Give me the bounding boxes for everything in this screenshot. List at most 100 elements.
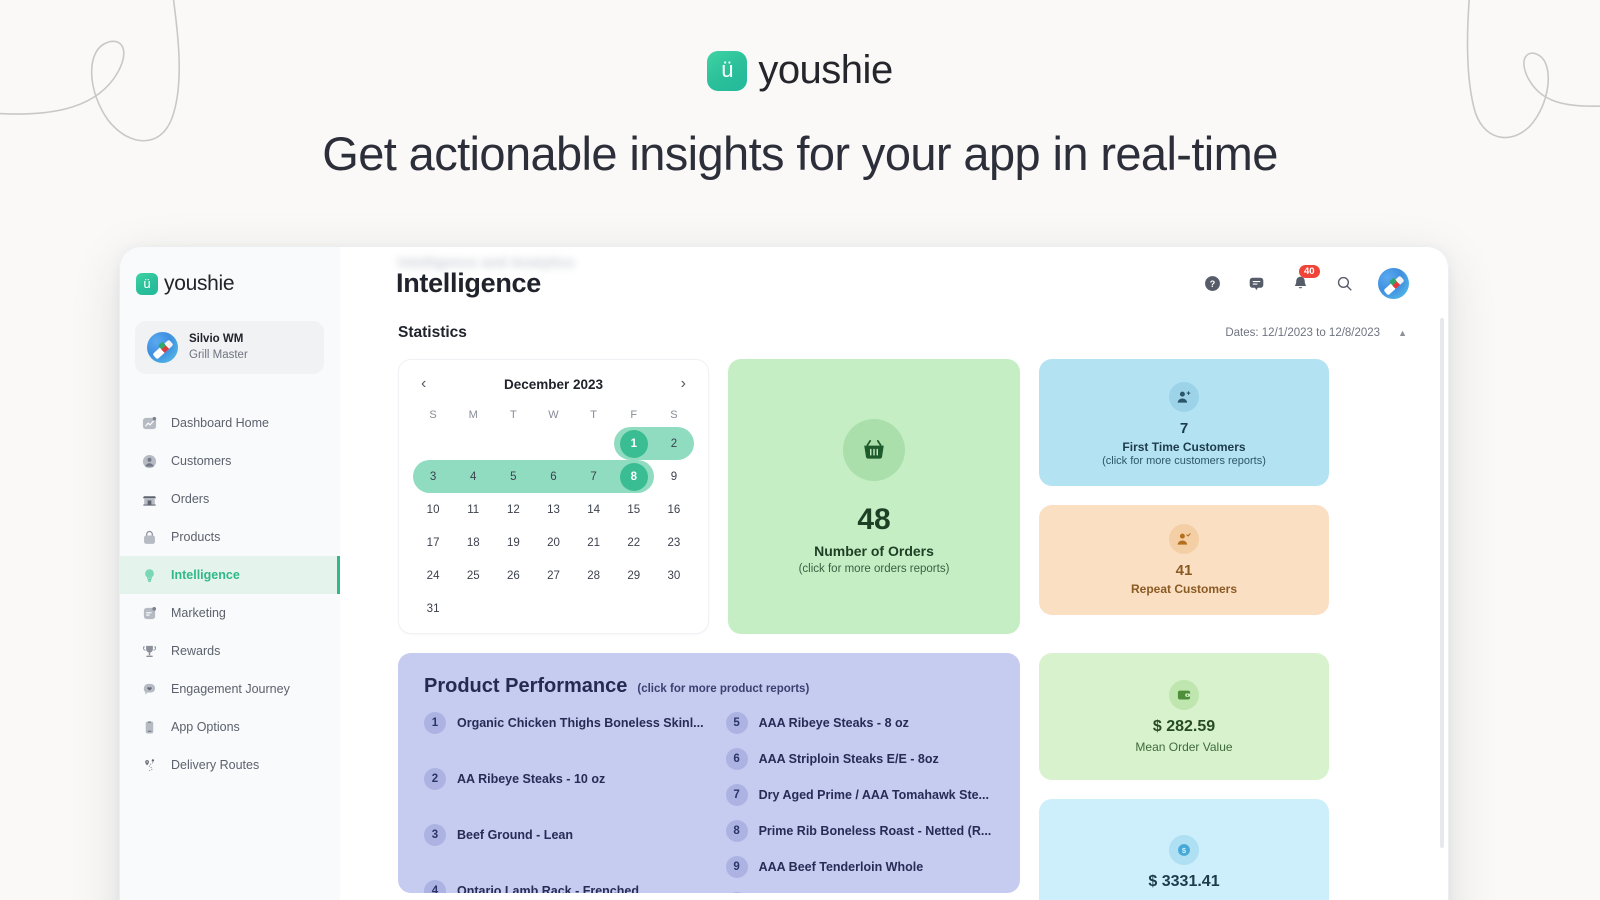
chat-icon[interactable] bbox=[1246, 274, 1266, 294]
calendar-header: ‹ December 2023 › bbox=[413, 376, 694, 392]
heart-chat-icon bbox=[141, 681, 158, 698]
calendar-day[interactable]: 11 bbox=[453, 493, 493, 526]
calendar-day-number: 12 bbox=[506, 503, 520, 516]
orders-value: 48 bbox=[857, 502, 891, 536]
product-list-item[interactable]: 6 AAA Striploin Steaks E/E - 8oz bbox=[725, 748, 994, 770]
sidebar-logo[interactable]: ü youshie bbox=[119, 272, 340, 296]
card-first-time-customers[interactable]: 7 First Time Customers (click for more c… bbox=[1039, 359, 1329, 486]
caret-up-icon[interactable]: ▲ bbox=[1398, 328, 1407, 338]
store-icon bbox=[141, 491, 158, 508]
brand-logo-text: youshie bbox=[758, 48, 893, 92]
calendar-day-number: 16 bbox=[667, 503, 681, 516]
sidebar-item-marketing[interactable]: Marketing bbox=[119, 594, 340, 632]
calendar-day-number: 23 bbox=[667, 536, 681, 549]
help-icon[interactable]: ? bbox=[1202, 274, 1222, 294]
sidebar-item-label: Customers bbox=[171, 454, 232, 469]
calendar-day[interactable]: 20 bbox=[533, 526, 573, 559]
mean-order-value-label: Mean Order Value bbox=[1135, 739, 1233, 754]
sidebar-logo-mark: ü bbox=[136, 273, 158, 295]
product-list-item[interactable]: 1 Organic Chicken Thighs Boneless Skinl..… bbox=[424, 712, 704, 734]
bell-icon[interactable]: 40 bbox=[1290, 264, 1320, 294]
calendar-day-number: 28 bbox=[587, 569, 601, 582]
sidebar-item-engagement-journey[interactable]: Engagement Journey bbox=[119, 670, 340, 708]
calendar-day[interactable]: 18 bbox=[453, 526, 493, 559]
calendar-day[interactable]: 15 bbox=[614, 493, 654, 526]
sidebar-nav: Dashboard Home Customers Orders Products bbox=[119, 404, 340, 784]
calendar-day[interactable]: 26 bbox=[493, 559, 533, 592]
calendar-day[interactable]: 5 bbox=[493, 460, 534, 493]
calendar-day[interactable]: 19 bbox=[493, 526, 533, 559]
calendar-day[interactable]: 27 bbox=[533, 559, 573, 592]
product-rank-badge: 9 bbox=[725, 856, 748, 878]
product-list-item[interactable]: 4 Ontario Lamb Rack - Frenched bbox=[424, 880, 704, 893]
calendar-day[interactable]: 30 bbox=[654, 559, 694, 592]
main-scrollbar[interactable] bbox=[1440, 318, 1444, 848]
calendar-day[interactable]: 1 bbox=[613, 427, 654, 460]
calendar-day[interactable]: 23 bbox=[654, 526, 694, 559]
calendar-day-number: 19 bbox=[506, 536, 520, 549]
product-rank-badge: 10 bbox=[725, 892, 748, 893]
profile-name: Silvio WM bbox=[189, 333, 244, 345]
statistics-header: Statistics Dates: 12/1/2023 to 12/8/2023… bbox=[340, 324, 1449, 342]
calendar-day[interactable]: 16 bbox=[654, 493, 694, 526]
sidebar-item-products[interactable]: Products bbox=[119, 518, 340, 556]
card-number-of-orders[interactable]: 48 Number of Orders (click for more orde… bbox=[728, 359, 1020, 634]
calendar-day[interactable]: 17 bbox=[413, 526, 453, 559]
date-range-calendar[interactable]: ‹ December 2023 › SMTWTFS 1 2 3 4 5 6 7 8 9 10 11 1… bbox=[398, 359, 709, 634]
card-mean-order-value[interactable]: $ 282.59 Mean Order Value bbox=[1039, 653, 1329, 780]
calendar-day[interactable]: 28 bbox=[574, 559, 614, 592]
avatar[interactable] bbox=[1378, 268, 1409, 299]
chevron-left-icon[interactable]: ‹ bbox=[421, 376, 426, 392]
card-product-performance[interactable]: Product Performance (click for more prod… bbox=[398, 653, 1020, 893]
sidebar-item-rewards[interactable]: Rewards bbox=[119, 632, 340, 670]
calendar-day[interactable]: 13 bbox=[533, 493, 573, 526]
notification-badge: 40 bbox=[1299, 264, 1320, 278]
calendar-day[interactable]: 24 bbox=[413, 559, 453, 592]
calendar-day[interactable]: 2 bbox=[653, 427, 694, 460]
sidebar-item-customers[interactable]: Customers bbox=[119, 442, 340, 480]
product-list-item[interactable]: 10 bbox=[725, 892, 994, 893]
calendar-day[interactable]: 4 bbox=[453, 460, 494, 493]
calendar-day[interactable]: 14 bbox=[574, 493, 614, 526]
topbar-actions: ? 40 bbox=[1202, 264, 1409, 299]
calendar-day[interactable]: 25 bbox=[453, 559, 493, 592]
sidebar-logo-text: youshie bbox=[164, 272, 235, 295]
sidebar-item-label: Orders bbox=[171, 492, 210, 507]
chevron-right-icon[interactable]: › bbox=[681, 376, 686, 392]
card-revenue[interactable]: $ $ 3331.41 bbox=[1039, 799, 1329, 900]
product-performance-sublabel: (click for more product reports) bbox=[637, 683, 810, 695]
brand-logo-mark: ü bbox=[707, 50, 748, 91]
calendar-day[interactable]: 21 bbox=[574, 526, 614, 559]
sidebar-profile-card[interactable]: Silvio WM Grill Master bbox=[135, 321, 324, 375]
product-list-item[interactable]: 7 Dry Aged Prime / AAA Tomahawk Ste... bbox=[725, 784, 994, 806]
calendar-day[interactable]: 9 bbox=[654, 460, 694, 493]
sidebar-item-app-options[interactable]: App Options bbox=[119, 708, 340, 746]
product-name: AAA Striploin Steaks E/E - 8oz bbox=[758, 752, 939, 766]
product-list-item[interactable]: 3 Beef Ground - Lean bbox=[424, 824, 704, 846]
calendar-day[interactable]: 6 bbox=[533, 460, 574, 493]
calendar-day[interactable]: 8 bbox=[613, 460, 654, 493]
product-list-item[interactable]: 2 AA Ribeye Steaks - 10 oz bbox=[424, 768, 704, 790]
calendar-day[interactable]: 29 bbox=[614, 559, 654, 592]
profile-role: Grill Master bbox=[189, 348, 248, 361]
lightbulb-icon bbox=[141, 567, 158, 584]
product-list-item[interactable]: 5 AAA Ribeye Steaks - 8 oz bbox=[725, 712, 994, 734]
sidebar-item-delivery-routes[interactable]: Delivery Routes bbox=[119, 746, 340, 784]
calendar-day[interactable]: 3 bbox=[413, 460, 454, 493]
card-repeat-customers[interactable]: 41 Repeat Customers bbox=[1039, 505, 1329, 615]
calendar-day[interactable]: 22 bbox=[614, 526, 654, 559]
calendar-day[interactable]: 12 bbox=[493, 493, 533, 526]
hero-title: Get actionable insights for your app in … bbox=[322, 127, 1278, 180]
sidebar-item-dashboard-home[interactable]: Dashboard Home bbox=[119, 404, 340, 442]
calendar-day[interactable]: 31 bbox=[413, 592, 453, 625]
product-list-item[interactable]: 9 AAA Beef Tenderloin Whole bbox=[725, 856, 994, 878]
product-list-item[interactable]: 8 Prime Rib Boneless Roast - Netted (R... bbox=[725, 820, 994, 842]
search-icon[interactable] bbox=[1334, 274, 1354, 294]
calendar-day-number: 9 bbox=[670, 470, 678, 483]
mean-order-value: $ 282.59 bbox=[1152, 717, 1216, 735]
sidebar-item-orders[interactable]: Orders bbox=[119, 480, 340, 518]
date-range-control[interactable]: Dates: 12/1/2023 to 12/8/2023 ▲ bbox=[1225, 327, 1407, 339]
sidebar-item-intelligence[interactable]: Intelligence bbox=[119, 556, 340, 595]
calendar-day[interactable]: 7 bbox=[573, 460, 614, 493]
calendar-day[interactable]: 10 bbox=[413, 493, 453, 526]
